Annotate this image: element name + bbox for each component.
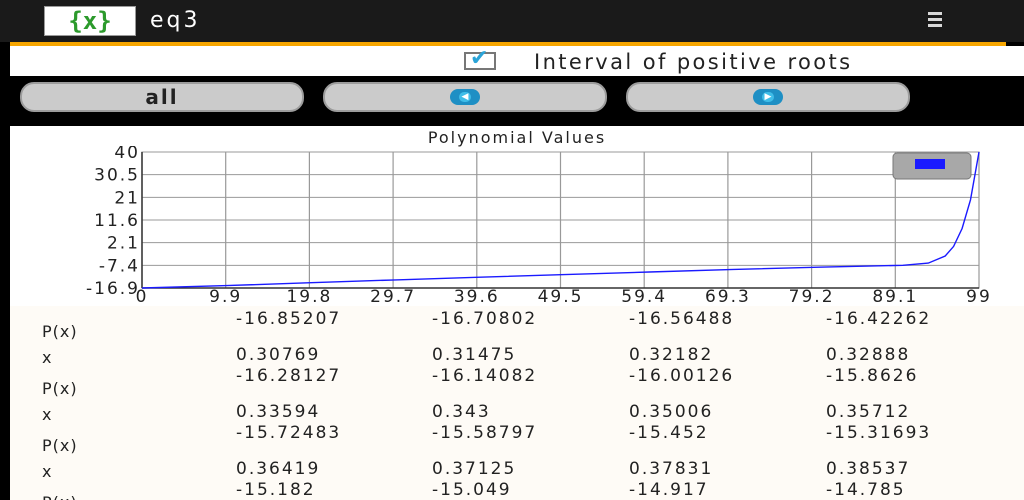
row-label: x bbox=[42, 405, 53, 424]
table-cell: -16.56488 bbox=[629, 309, 735, 329]
positive-roots-option: ✔ Interval of positive roots bbox=[10, 46, 1024, 76]
y-tick-labels: -16.9 -7.42.1 11.6 2130.5 40 bbox=[86, 146, 140, 299]
table-cell: -15.049 bbox=[432, 480, 512, 500]
table-cell: -16.70802 bbox=[432, 309, 538, 329]
app-title: eq3 bbox=[150, 8, 201, 33]
y-tick-label: 11.6 bbox=[94, 211, 140, 231]
y-tick-label: 40 bbox=[114, 146, 140, 163]
table-cell: -15.452 bbox=[629, 423, 709, 443]
x-tick-label: 29.7 bbox=[370, 287, 416, 306]
table-cell: -15.31693 bbox=[826, 423, 932, 443]
x-tick-label: 79.2 bbox=[789, 287, 835, 306]
positive-roots-label: Interval of positive roots bbox=[534, 50, 853, 74]
table-cell: 0.37831 bbox=[629, 459, 714, 479]
positive-roots-checkbox[interactable]: ✔ bbox=[464, 46, 496, 71]
table-cell: 0.343 bbox=[432, 402, 491, 422]
y-tick-label: 21 bbox=[114, 188, 140, 208]
table-cell: -16.00126 bbox=[629, 366, 735, 386]
table-cell: 0.38537 bbox=[826, 459, 911, 479]
y-tick-label: -7.4 bbox=[99, 256, 140, 276]
row-label: P(x) bbox=[42, 322, 78, 341]
x-tick-label: 0 bbox=[136, 287, 149, 306]
table-cell: -16.42262 bbox=[826, 309, 932, 329]
table-cell: 0.35006 bbox=[629, 402, 714, 422]
values-table: P(x) -16.85207 -16.70802 -16.56488 -16.42262… bbox=[10, 306, 1024, 500]
table-cell: -15.58797 bbox=[432, 423, 538, 443]
x-tick-labels: 0 9.9 19.8 29.7 39.6 49.5 59.4 69.3 79.2 89.1 99 bbox=[136, 287, 992, 306]
legend-swatch bbox=[915, 159, 945, 169]
table-cell: 0.32888 bbox=[826, 345, 911, 365]
overflow-menu-icon[interactable] bbox=[928, 12, 942, 30]
table-cell: -15.8626 bbox=[826, 366, 919, 386]
title-bar: {x} eq3 bbox=[0, 0, 1024, 42]
table-cell: -16.85207 bbox=[236, 309, 342, 329]
x-tick-label: 9.9 bbox=[209, 287, 242, 306]
x-tick-label: 89.1 bbox=[872, 287, 918, 306]
x-tick-label: 99 bbox=[966, 287, 992, 306]
table-cell: 0.36419 bbox=[236, 459, 321, 479]
formula-logo-icon: {x} bbox=[47, 7, 133, 35]
table-cell: -14.785 bbox=[826, 480, 906, 500]
y-tick-label: 30.5 bbox=[94, 166, 140, 186]
table-cell: 0.37125 bbox=[432, 459, 517, 479]
app-logo: {x} bbox=[44, 6, 136, 36]
table-cell: -16.28127 bbox=[236, 366, 342, 386]
right-arrow-icon: ▶ bbox=[753, 89, 783, 105]
logo-glyph: {x} bbox=[68, 7, 111, 35]
table-cell: 0.30769 bbox=[236, 345, 321, 365]
all-button[interactable]: all bbox=[20, 82, 304, 112]
table-cell: -15.182 bbox=[236, 480, 316, 500]
table-cell: -16.14082 bbox=[432, 366, 538, 386]
y-tick-label: 2.1 bbox=[107, 234, 140, 254]
next-button[interactable]: ▶ bbox=[626, 82, 910, 112]
checkmark-icon: ✔ bbox=[470, 46, 489, 71]
chart-grid bbox=[141, 151, 980, 289]
x-tick-label: 69.3 bbox=[705, 287, 751, 306]
row-label: P(x) bbox=[42, 436, 78, 455]
row-label: P(x) bbox=[42, 493, 78, 500]
main-content: ✔ Interval of positive roots all ◀ ▶ Pol… bbox=[10, 46, 1024, 500]
table-cell: 0.32182 bbox=[629, 345, 714, 365]
table-cell: 0.31475 bbox=[432, 345, 517, 365]
previous-button[interactable]: ◀ bbox=[323, 82, 607, 112]
x-tick-label: 19.8 bbox=[286, 287, 332, 306]
all-button-label: all bbox=[145, 85, 179, 109]
x-tick-label: 59.4 bbox=[621, 287, 667, 306]
table-cell: 0.35712 bbox=[826, 402, 911, 422]
row-label: x bbox=[42, 462, 53, 481]
polynomial-chart: -16.9 -7.42.1 11.6 2130.5 40 0 9.9 19.8 29.7 39.… bbox=[86, 146, 992, 306]
row-label: x bbox=[42, 348, 53, 367]
chart-legend bbox=[892, 152, 972, 180]
table-cell: -14.917 bbox=[629, 480, 709, 500]
chart-title: Polynomial Values bbox=[427, 128, 607, 147]
x-tick-label: 39.6 bbox=[454, 287, 500, 306]
table-cell: 0.33594 bbox=[236, 402, 321, 422]
y-tick-label: -16.9 bbox=[86, 279, 140, 299]
x-tick-label: 49.5 bbox=[538, 287, 584, 306]
navigation-bar: all ◀ ▶ bbox=[10, 76, 1024, 126]
left-arrow-icon: ◀ bbox=[450, 89, 480, 105]
row-label: P(x) bbox=[42, 379, 78, 398]
table-cell: -15.72483 bbox=[236, 423, 342, 443]
